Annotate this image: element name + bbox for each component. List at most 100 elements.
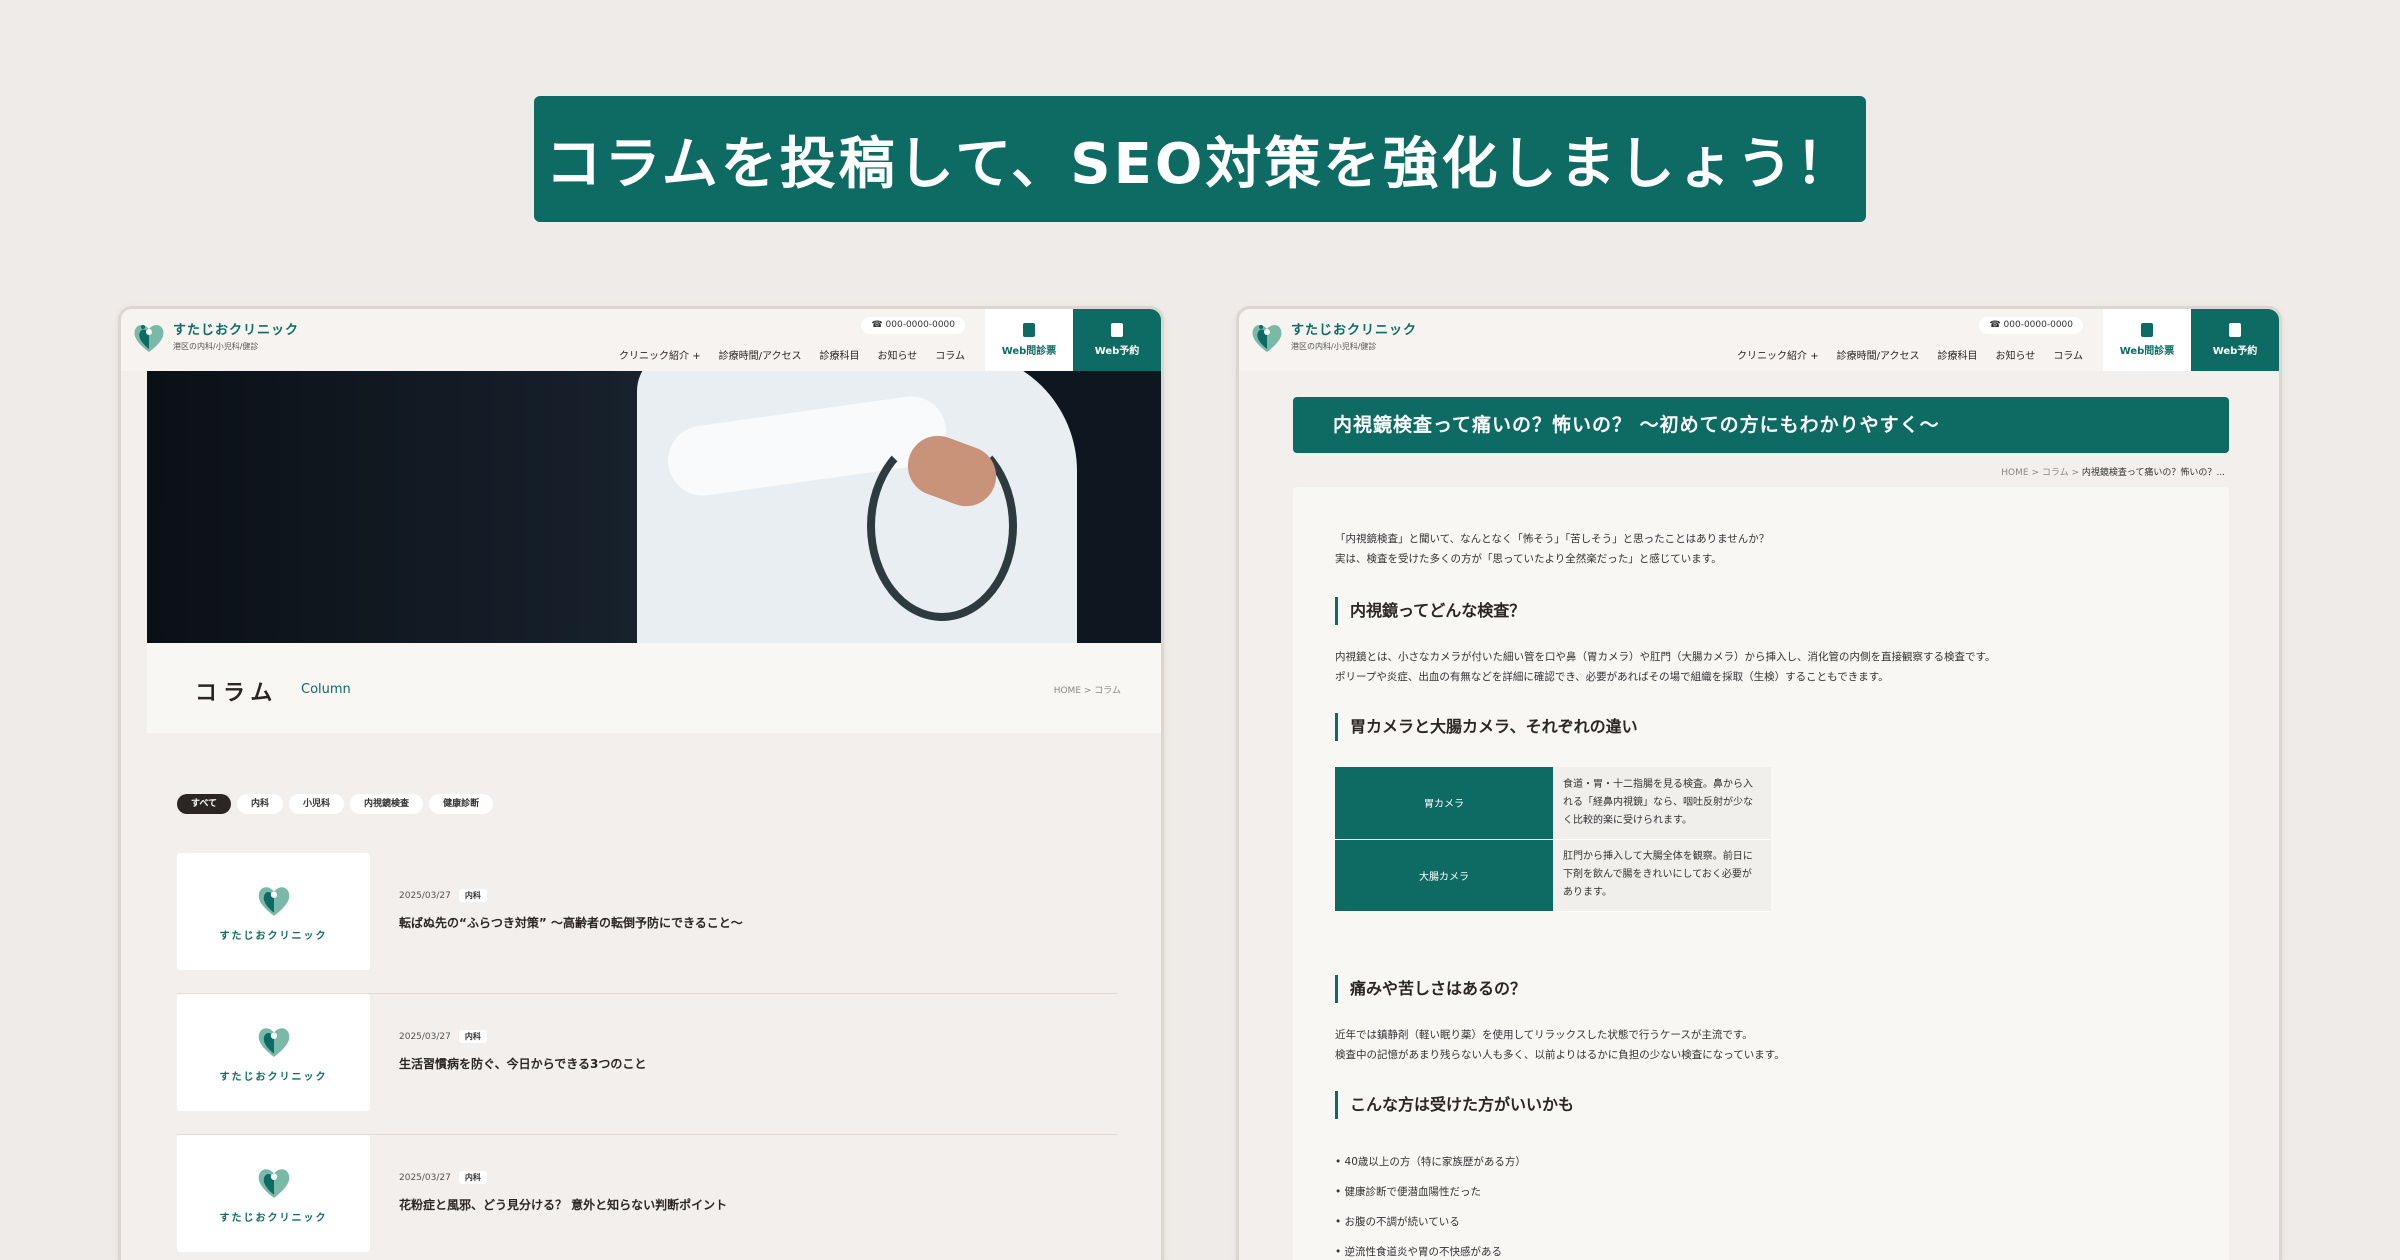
section-paragraph: 近年では鎮静剤（軽い眠り薬）を使用してリラックスした状態で行うケースが主流です。… — [1335, 1025, 1785, 1065]
intro-line-1: 「内視鏡検査」と聞いて、なんとなく「怖そう」「苦しそう」と思ったことはありません… — [1335, 533, 1770, 545]
post-title[interactable]: 生活習慣病を防ぐ、今日からできる3つのこと — [399, 1055, 646, 1072]
list-item[interactable]: すたじおクリニック 2025/03/27 内科 転ばぬ先の“ふらつき対策” ～高齢… — [177, 853, 1117, 994]
list-item: 逆流性食道炎や胃の不快感がある — [1335, 1237, 1526, 1260]
tag-pediatrics[interactable]: 小児科 — [289, 794, 345, 814]
list-item: お腹の不調が続いている — [1335, 1207, 1526, 1237]
table-header-cell: 胃カメラ — [1335, 767, 1553, 840]
paragraph-line: 検査中の記憶があまり残らない人も多く、以前よりはるかに負担の少ない検査になってい… — [1335, 1049, 1785, 1061]
page-title-box: コラム Column HOME > コラム — [147, 643, 1161, 733]
tag-endoscopy[interactable]: 内視鏡検査 — [350, 794, 424, 814]
post-title[interactable]: 転ばぬ先の“ふらつき対策” ～高齢者の転倒予防にできること～ — [399, 914, 743, 931]
nav-item-label: クリニック紹介 — [619, 351, 690, 362]
post-category: 内科 — [458, 889, 487, 902]
phone-badge[interactable]: ☎ 000-0000-0000 — [1979, 317, 2083, 334]
nav-item-column[interactable]: コラム — [2053, 347, 2083, 362]
page-title-en: Column — [301, 682, 351, 697]
post-category: 内科 — [458, 1030, 487, 1043]
breadcrumb-path[interactable]: HOME > コラム > — [2001, 468, 2079, 478]
nav-item-about[interactable]: クリニック紹介 + — [619, 347, 701, 362]
post-date: 2025/03/27 — [399, 890, 451, 901]
tag-all[interactable]: すべて — [177, 794, 232, 814]
phone-number: 000-0000-0000 — [885, 320, 955, 330]
section-heading: 胃カメラと大腸カメラ、それぞれの違い — [1335, 713, 1638, 741]
intro-line-2: 実は、検査を受けた多くの方が「思っていたより全然楽だった」と感じています。 — [1335, 553, 1722, 565]
breadcrumb[interactable]: HOME > コラム — [1054, 683, 1121, 696]
clipboard-icon — [2141, 323, 2153, 337]
page-title: コラム — [195, 681, 279, 706]
list-item[interactable]: すたじおクリニック 2025/03/27 内科 花粉症と風邪、どう見分ける？ 意外… — [177, 1135, 1117, 1260]
thumbnail-clinic-name: すたじおクリニック — [219, 1072, 328, 1083]
heart-logo-icon — [1252, 324, 1282, 352]
table-row: 胃カメラ 食道・胃・十二指腸を見る検査。鼻から入れる「経鼻内視鏡」なら、咽吐反射… — [1335, 767, 1771, 840]
thumbnail-clinic-name: すたじおクリニック — [219, 1213, 328, 1224]
tag-internal[interactable]: 内科 — [237, 794, 284, 814]
clinic-logo[interactable]: すたじおクリニック 港区の内科/小児科/健診 — [1249, 319, 1417, 355]
table-header-cell: 大腸カメラ — [1335, 839, 1553, 912]
web-reserve-button[interactable]: Web予約 — [2191, 309, 2279, 371]
clinic-name: すたじおクリニック — [173, 323, 300, 338]
section-heading: こんな方は受けた方がいいかも — [1335, 1091, 1574, 1119]
banner-text: コラムを投稿して、SEO対策を強化しましょう！ — [545, 131, 1855, 197]
nav-item-departments[interactable]: 診療科目 — [1937, 347, 1977, 362]
web-questionnaire-button[interactable]: Web問診票 — [2103, 309, 2191, 371]
nav-item-about[interactable]: クリニック紹介 + — [1737, 347, 1819, 362]
nav-item-news[interactable]: お知らせ — [877, 347, 917, 362]
article-title: 内視鏡検査って痛いの？怖いの？ ～初めての方にもわかりやすく～ — [1293, 397, 2229, 453]
web-questionnaire-label: Web問診票 — [2119, 346, 2175, 357]
web-questionnaire-button[interactable]: Web問診票 — [985, 309, 1073, 371]
calendar-icon — [1111, 323, 1123, 337]
promo-banner: コラムを投稿して、SEO対策を強化しましょう！ — [534, 96, 1866, 222]
site-header: すたじおクリニック 港区の内科/小児科/健診 ☎ 000-0000-0000 ク… — [121, 309, 1161, 371]
nav-item-hours[interactable]: 診療時間/アクセス — [719, 347, 802, 362]
web-reserve-button[interactable]: Web予約 — [1073, 309, 1161, 371]
paragraph-line: ポリープや炎症、出血の有無などを詳細に確認でき、必要があればその場で組織を採取（… — [1335, 671, 1889, 683]
nav-item-departments[interactable]: 診療科目 — [819, 347, 859, 362]
checklist: 40歳以上の方（特に家族歴がある方） 健康診断で便潜血陽性だった お腹の不調が続… — [1335, 1147, 1526, 1260]
main-nav: クリニック紹介 + 診療時間/アクセス 診療科目 お知らせ コラム — [619, 347, 965, 362]
post-thumbnail: すたじおクリニック — [177, 994, 370, 1111]
category-filter: すべて 内科 小児科 内視鏡検査 健康診断 — [177, 794, 494, 814]
paragraph-line: 内視鏡とは、小さなカメラが付いた細い管を口や鼻（胃カメラ）や肛門（大腸カメラ）か… — [1335, 651, 1996, 663]
column-article-screenshot: すたじおクリニック 港区の内科/小児科/健診 ☎ 000-0000-0000 ク… — [1236, 306, 2282, 1260]
column-list-screenshot: すたじおクリニック 港区の内科/小児科/健診 ☎ 000-0000-0000 ク… — [118, 306, 1164, 1260]
comparison-table: 胃カメラ 食道・胃・十二指腸を見る検査。鼻から入れる「経鼻内視鏡」なら、咽吐反射… — [1335, 767, 1771, 912]
clipboard-icon — [1023, 323, 1035, 337]
clinic-subtitle: 港区の内科/小児科/健診 — [1291, 342, 1377, 351]
nav-plus-icon: + — [692, 351, 701, 362]
heart-logo-icon — [258, 1028, 289, 1057]
list-item: 40歳以上の方（特に家族歴がある方） — [1335, 1147, 1526, 1177]
post-title[interactable]: 花粉症と風邪、どう見分ける？ 意外と知らない判断ポイント — [399, 1196, 727, 1213]
section-heading: 痛みや苦しさはあるの？ — [1335, 975, 1526, 1003]
list-item[interactable]: すたじおクリニック 2025/03/27 内科 生活習慣病を防ぐ、今日からできる3… — [177, 994, 1117, 1135]
table-row: 大腸カメラ 肛門から挿入して大腸全体を観察。前日に下剤を飲んで腸をきれいにしてお… — [1335, 839, 1771, 912]
clinic-logo[interactable]: すたじおクリニック 港区の内科/小児科/健診 — [131, 319, 299, 355]
table-cell: 肛門から挿入して大腸全体を観察。前日に下剤を飲んで腸をきれいにしておく必要があり… — [1553, 839, 1771, 912]
web-questionnaire-label: Web問診票 — [1001, 346, 1057, 357]
phone-badge[interactable]: ☎ 000-0000-0000 — [861, 317, 965, 334]
heart-logo-icon — [134, 324, 164, 352]
clinic-name: すたじおクリニック — [1291, 323, 1418, 338]
hero-image — [147, 371, 1161, 643]
article-intro: 「内視鏡検査」と聞いて、なんとなく「怖そう」「苦しそう」と思ったことはありません… — [1335, 529, 1769, 569]
post-date: 2025/03/27 — [399, 1172, 451, 1183]
nav-item-news[interactable]: お知らせ — [1995, 347, 2035, 362]
paragraph-line: 近年では鎮静剤（軽い眠り薬）を使用してリラックスした状態で行うケースが主流です。 — [1335, 1029, 1753, 1041]
post-date: 2025/03/27 — [399, 1031, 451, 1042]
table-cell: 食道・胃・十二指腸を見る検査。鼻から入れる「経鼻内視鏡」なら、咽吐反射が少なく比… — [1553, 767, 1771, 840]
post-thumbnail: すたじおクリニック — [177, 1135, 370, 1252]
breadcrumb[interactable]: HOME > コラム > 内視鏡検査って痛いの？怖いの？... — [2001, 465, 2225, 478]
site-header: すたじおクリニック 港区の内科/小児科/健診 ☎ 000-0000-0000 ク… — [1239, 309, 2279, 371]
nav-plus-icon: + — [1810, 351, 1819, 362]
clinic-subtitle: 港区の内科/小児科/健診 — [173, 342, 259, 351]
post-list: すたじおクリニック 2025/03/27 内科 転ばぬ先の“ふらつき対策” ～高齢… — [177, 853, 1117, 1260]
post-category: 内科 — [458, 1171, 487, 1184]
calendar-icon — [2229, 323, 2241, 337]
web-reserve-label: Web予約 — [1094, 346, 1140, 357]
tag-checkup[interactable]: 健康診断 — [429, 794, 494, 814]
post-thumbnail: すたじおクリニック — [177, 853, 370, 970]
heart-logo-icon — [258, 887, 289, 916]
nav-item-column[interactable]: コラム — [935, 347, 965, 362]
section-heading: 内視鏡ってどんな検査？ — [1335, 597, 1525, 625]
thumbnail-clinic-name: すたじおクリニック — [219, 931, 328, 942]
nav-item-hours[interactable]: 診療時間/アクセス — [1837, 347, 1920, 362]
